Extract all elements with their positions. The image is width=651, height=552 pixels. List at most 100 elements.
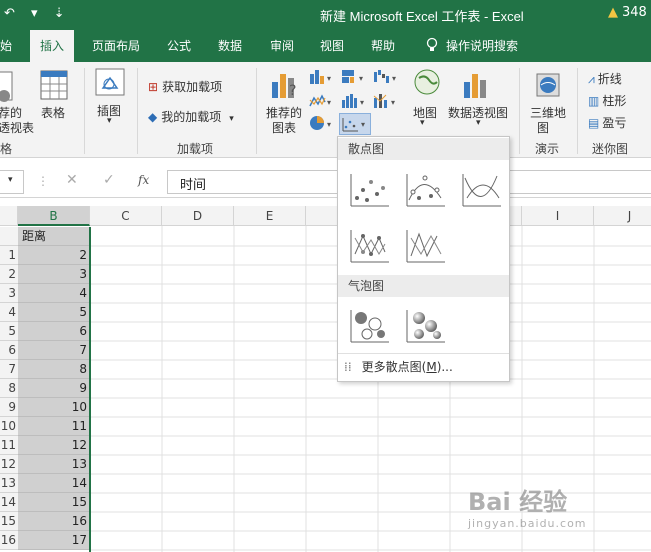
column-header-b[interactable]: B (18, 206, 90, 226)
row-header-top[interactable] (0, 227, 18, 246)
row-header[interactable]: 14 (0, 493, 18, 512)
chevron-down-icon[interactable]: ▾ (107, 116, 112, 126)
get-addins-label: 获取加载项 (162, 80, 223, 94)
name-box[interactable]: ▾ (0, 170, 24, 194)
tab-review[interactable]: 审阅 (270, 30, 294, 62)
table-cell[interactable]: 10 (18, 398, 90, 417)
tell-me-search[interactable]: 操作说明搜索 (426, 30, 518, 62)
row-header[interactable]: 10 (0, 417, 18, 436)
row-header[interactable]: 8 (0, 379, 18, 398)
menu-divider (338, 353, 509, 354)
table-cell[interactable]: 5 (18, 303, 90, 322)
3d-bubble-option[interactable] (402, 303, 446, 345)
row-header[interactable]: 2 (0, 265, 18, 284)
table-cell[interactable]: 4 (18, 284, 90, 303)
quick-access-toolbar[interactable]: ↶ ▾ ⇣ (4, 6, 71, 21)
tables-group-label: 格 (0, 142, 13, 156)
scatter-straight-lines-option[interactable] (402, 223, 446, 265)
enter-icon[interactable]: ✓ (103, 172, 115, 188)
row-header[interactable]: 6 (0, 341, 18, 360)
row-header[interactable]: 13 (0, 474, 18, 493)
column-header-j[interactable]: J (594, 206, 651, 226)
recommended-charts-label-2[interactable]: 图表 (272, 119, 296, 136)
table-cell[interactable]: 8 (18, 360, 90, 379)
3d-map-label-2[interactable]: 图 (537, 119, 549, 136)
row-header[interactable]: 12 (0, 455, 18, 474)
row-header[interactable]: 9 (0, 398, 18, 417)
scatter-straight-lines-icon (406, 230, 445, 263)
table-cell[interactable]: 11 (18, 417, 90, 436)
more-scatter-charts[interactable]: ⁞⁞ 更多散点图(M)... (344, 357, 504, 377)
scatter-smooth-markers-option[interactable] (402, 167, 446, 209)
hierarchy-chart-icon[interactable]: ▾ (340, 68, 368, 89)
table-cell[interactable]: 13 (18, 455, 90, 474)
select-all-corner[interactable] (0, 206, 18, 226)
tab-help[interactable]: 帮助 (371, 30, 395, 62)
pie-chart-icon[interactable]: ▾ (308, 114, 336, 135)
statistic-chart-icon[interactable]: ▾ (340, 92, 368, 113)
waterfall-chart-icon[interactable]: ▾ (372, 68, 400, 89)
row-header[interactable]: 1 (0, 246, 18, 265)
warning-indicator[interactable]: ▲ 348 (608, 5, 647, 20)
scatter-smooth-lines-option[interactable] (458, 167, 502, 209)
table-cell[interactable]: 16 (18, 512, 90, 531)
combo-chart-icon[interactable]: ▾ (372, 92, 400, 113)
row-header[interactable]: 11 (0, 436, 18, 455)
scatter-straight-markers-option[interactable] (346, 223, 390, 265)
map-chart-icon (413, 68, 441, 101)
scatter-chart-menu: 散点图 气泡图 ⁞⁞ 更多散点图(M)... (337, 136, 510, 382)
map-chart-button[interactable]: 地图 (413, 104, 437, 121)
sparkline-winloss-icon: ▤ (588, 116, 600, 130)
cancel-icon[interactable]: ✕ (66, 172, 78, 188)
row-header[interactable]: 7 (0, 360, 18, 379)
table-cell[interactable]: 6 (18, 322, 90, 341)
scatter-option[interactable] (346, 167, 390, 209)
table-cell[interactable]: 17 (18, 531, 90, 550)
sparkline-line-icon: ⩘ (588, 72, 595, 86)
ribbon-tabs: 开始 插入 页面布局 公式 数据 审阅 视图 帮助 操作说明搜索 (0, 30, 651, 62)
sparkline-column-button[interactable]: ▥ 柱形 (588, 92, 626, 109)
more-charts-suffix: )... (436, 360, 453, 374)
tab-insert[interactable]: 插入 (30, 30, 75, 62)
tab-page-layout[interactable]: 页面布局 (92, 30, 140, 62)
tab-data[interactable]: 数据 (218, 30, 242, 62)
more-charts-prefix: 更多散点图( (361, 360, 427, 374)
row-header[interactable]: 5 (0, 322, 18, 341)
row-header[interactable]: 15 (0, 512, 18, 531)
row-header[interactable]: 3 (0, 284, 18, 303)
column-header-d[interactable]: D (162, 206, 234, 226)
tab-view[interactable]: 视图 (320, 30, 344, 62)
table-cell[interactable]: 3 (18, 265, 90, 284)
chevron-down-icon[interactable]: ▾ (476, 118, 481, 128)
get-addins-button[interactable]: ⊞ 获取加载项 (148, 78, 222, 95)
chevron-down-icon[interactable]: ▾ (420, 118, 425, 128)
column-chart-icon[interactable]: ▾ (308, 68, 336, 89)
row-header[interactable]: 16 (0, 531, 18, 550)
bubble-option[interactable] (346, 303, 390, 345)
sparklines-group-label: 迷你图 (592, 142, 629, 156)
line-chart-icon[interactable]: ▾ (308, 92, 336, 113)
table-cell[interactable]: 7 (18, 341, 90, 360)
table-cell[interactable]: 14 (18, 474, 90, 493)
tab-formulas[interactable]: 公式 (167, 30, 191, 62)
table-cell[interactable]: 12 (18, 436, 90, 455)
table-cell[interactable]: 2 (18, 246, 90, 265)
column-header-i[interactable]: I (522, 206, 594, 226)
table-cell[interactable]: 9 (18, 379, 90, 398)
row-header[interactable]: 4 (0, 303, 18, 322)
tab-home[interactable]: 开始 (0, 30, 12, 62)
column-header-e[interactable]: E (234, 206, 306, 226)
pivot-table-label-2[interactable]: 透视表 (0, 119, 34, 136)
scatter-chart-button[interactable]: ▾ (339, 113, 371, 135)
column-header-c[interactable]: C (90, 206, 162, 226)
svg-text:▾: ▾ (360, 98, 364, 107)
insert-function-icon[interactable]: fx (138, 173, 149, 187)
my-addins-button[interactable]: ◆ 我的加载项 ▾ (148, 108, 234, 125)
cell-b-header[interactable]: 距离 (18, 227, 90, 246)
table-cell[interactable]: 15 (18, 493, 90, 512)
title-bar: ↶ ▾ ⇣ 新建 Microsoft Excel 工作表 - Excel ▲ 34… (0, 0, 651, 30)
table-button[interactable]: 表格 (41, 104, 65, 121)
sparkline-line-button[interactable]: ⩘ 折线 (588, 70, 622, 87)
sparkline-winloss-button[interactable]: ▤ 盈亏 (588, 114, 626, 131)
chevron-down-icon: ▾ (229, 114, 234, 124)
